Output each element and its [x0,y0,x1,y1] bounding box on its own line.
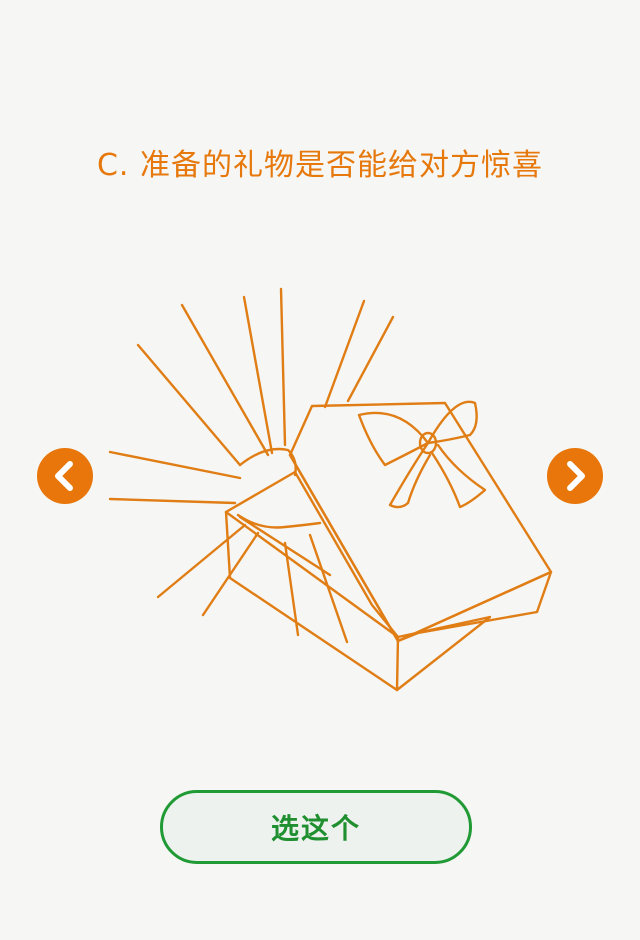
choose-this-button[interactable]: 选这个 [160,790,472,864]
previous-option-button[interactable] [37,448,93,504]
chevron-left-icon [55,461,73,491]
question-title: C. 准备的礼物是否能给对方惊喜 [96,148,544,183]
gift-box-icon [108,287,553,692]
